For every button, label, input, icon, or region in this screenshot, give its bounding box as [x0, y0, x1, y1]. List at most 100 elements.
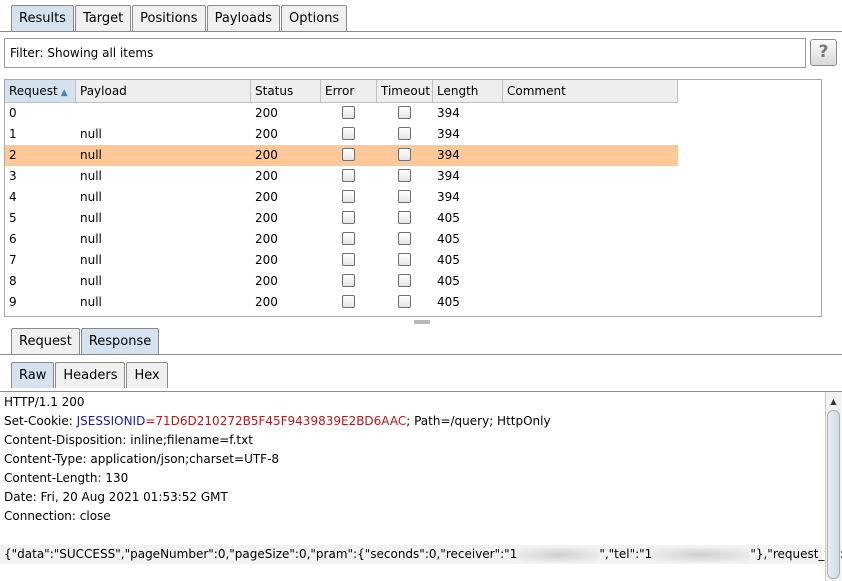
checkbox-unchecked-icon[interactable] — [398, 294, 411, 308]
content-disposition-header: Content-Disposition: inline;filename=f.t… — [4, 433, 253, 447]
checkbox-unchecked-icon[interactable] — [342, 294, 355, 308]
cell-comment — [503, 103, 678, 124]
cell-payload: null — [80, 232, 102, 246]
cell-timeout — [377, 271, 433, 292]
cell-length: 405 — [437, 253, 460, 267]
table-row[interactable]: 6 null 200 405 — [5, 229, 678, 250]
split-pane-handle[interactable] — [414, 320, 430, 324]
tab-headers[interactable]: Headers — [55, 362, 126, 388]
checkbox-unchecked-icon[interactable] — [342, 105, 355, 119]
column-header-request[interactable]: Request ▲ — [5, 80, 76, 103]
column-header-status[interactable]: Status — [251, 80, 321, 103]
table-row[interactable]: 2 null 200 394 — [5, 145, 678, 166]
tab-request[interactable]: Request — [11, 328, 80, 354]
view-tabs: Raw Headers Hex — [11, 362, 169, 388]
cell-error — [321, 124, 377, 145]
redacted-blur — [517, 547, 600, 562]
cell-comment — [503, 292, 678, 313]
tab-positions[interactable]: Positions — [132, 5, 206, 31]
table-row[interactable]: 4 null 200 394 — [5, 187, 678, 208]
column-header-payload[interactable]: Payload — [76, 80, 251, 103]
cell-timeout — [377, 208, 433, 229]
cell-length: 394 — [437, 190, 460, 204]
response-raw-view[interactable]: HTTP/1.1 200 Set-Cookie: JSESSIONID=71D6… — [0, 391, 842, 581]
cell-error — [321, 103, 377, 124]
redacted-blur — [652, 547, 751, 562]
cell-request: 7 — [9, 253, 17, 267]
scrollbar-thumb[interactable] — [827, 410, 840, 579]
checkbox-unchecked-icon[interactable] — [342, 189, 355, 203]
tab-payloads[interactable]: Payloads — [206, 5, 281, 31]
table-row[interactable]: 9 null 200 405 — [5, 292, 678, 313]
response-vertical-scrollbar[interactable]: ▲ — [825, 392, 841, 581]
help-button[interactable]: ? — [810, 39, 837, 66]
top-tabs: Results Target Positions Payloads Option… — [11, 5, 348, 31]
checkbox-unchecked-icon[interactable] — [342, 126, 355, 140]
tab-target[interactable]: Target — [74, 5, 132, 31]
checkbox-unchecked-icon[interactable] — [398, 126, 411, 140]
table-row[interactable]: 1 null 200 394 — [5, 124, 678, 145]
cell-length: 394 — [437, 169, 460, 183]
tab-results[interactable]: Results — [11, 5, 74, 31]
column-header-timeout[interactable]: Timeout — [377, 80, 433, 103]
checkbox-unchecked-icon[interactable] — [342, 231, 355, 245]
cell-comment — [503, 271, 678, 292]
table-vertical-scrollbar[interactable]: ▲ ▼ — [821, 80, 822, 316]
tab-response[interactable]: Response — [80, 328, 160, 354]
cell-timeout — [377, 229, 433, 250]
top-tabs-divider — [0, 31, 842, 32]
cell-comment — [503, 229, 678, 250]
column-header-error[interactable]: Error — [321, 80, 377, 103]
cell-request: 5 — [9, 211, 17, 225]
cell-request: 1 — [9, 127, 17, 141]
checkbox-unchecked-icon[interactable] — [398, 168, 411, 182]
cell-length: 405 — [437, 295, 460, 309]
checkbox-unchecked-icon[interactable] — [342, 273, 355, 287]
cookie-value: 71D6D210272B5F45F9439839E2BD6AAC — [155, 414, 407, 428]
checkbox-unchecked-icon[interactable] — [398, 210, 411, 224]
cell-timeout — [377, 145, 433, 166]
checkbox-unchecked-icon[interactable] — [398, 273, 411, 287]
cell-payload: null — [80, 169, 102, 183]
cell-payload: null — [80, 190, 102, 204]
tab-raw[interactable]: Raw — [11, 362, 55, 388]
reqresp-divider — [0, 354, 842, 355]
cell-request: 3 — [9, 169, 17, 183]
cell-status: 200 — [255, 253, 278, 267]
column-header-length[interactable]: Length — [433, 80, 503, 103]
table-row[interactable]: 0 200 394 — [5, 103, 678, 124]
cell-status: 200 — [255, 274, 278, 288]
cell-timeout — [377, 103, 433, 124]
cell-status: 200 — [255, 106, 278, 120]
checkbox-unchecked-icon[interactable] — [342, 168, 355, 182]
request-response-tabs: Request Response — [11, 328, 160, 354]
checkbox-unchecked-icon[interactable] — [398, 231, 411, 245]
table-row[interactable]: 8 null 200 405 — [5, 271, 678, 292]
tab-hex[interactable]: Hex — [126, 362, 168, 388]
table-header: Request ▲ Payload Status Error Timeout Le… — [5, 80, 678, 103]
filter-bar[interactable]: Filter: Showing all items — [4, 38, 806, 68]
table-row[interactable]: 3 null 200 394 — [5, 166, 678, 187]
cell-length: 394 — [437, 127, 460, 141]
cell-length: 405 — [437, 274, 460, 288]
cell-comment — [503, 208, 678, 229]
set-cookie-header: Set-Cookie: JSESSIONID=71D6D210272B5F45F… — [4, 414, 551, 428]
cell-error — [321, 229, 377, 250]
checkbox-unchecked-icon[interactable] — [398, 105, 411, 119]
cell-error — [321, 292, 377, 313]
tab-options[interactable]: Options — [281, 5, 348, 31]
cell-timeout — [377, 187, 433, 208]
checkbox-unchecked-icon[interactable] — [342, 147, 355, 161]
cell-payload: null — [80, 211, 102, 225]
table-row[interactable]: 7 null 200 405 — [5, 250, 678, 271]
cell-status: 200 — [255, 211, 278, 225]
cell-status: 200 — [255, 190, 278, 204]
column-header-comment[interactable]: Comment — [503, 80, 678, 103]
checkbox-unchecked-icon[interactable] — [398, 189, 411, 203]
checkbox-unchecked-icon[interactable] — [398, 147, 411, 161]
table-row[interactable]: 5 null 200 405 — [5, 208, 678, 229]
scroll-up-icon[interactable]: ▲ — [826, 394, 841, 409]
checkbox-unchecked-icon[interactable] — [342, 210, 355, 224]
checkbox-unchecked-icon[interactable] — [342, 252, 355, 266]
checkbox-unchecked-icon[interactable] — [398, 252, 411, 266]
